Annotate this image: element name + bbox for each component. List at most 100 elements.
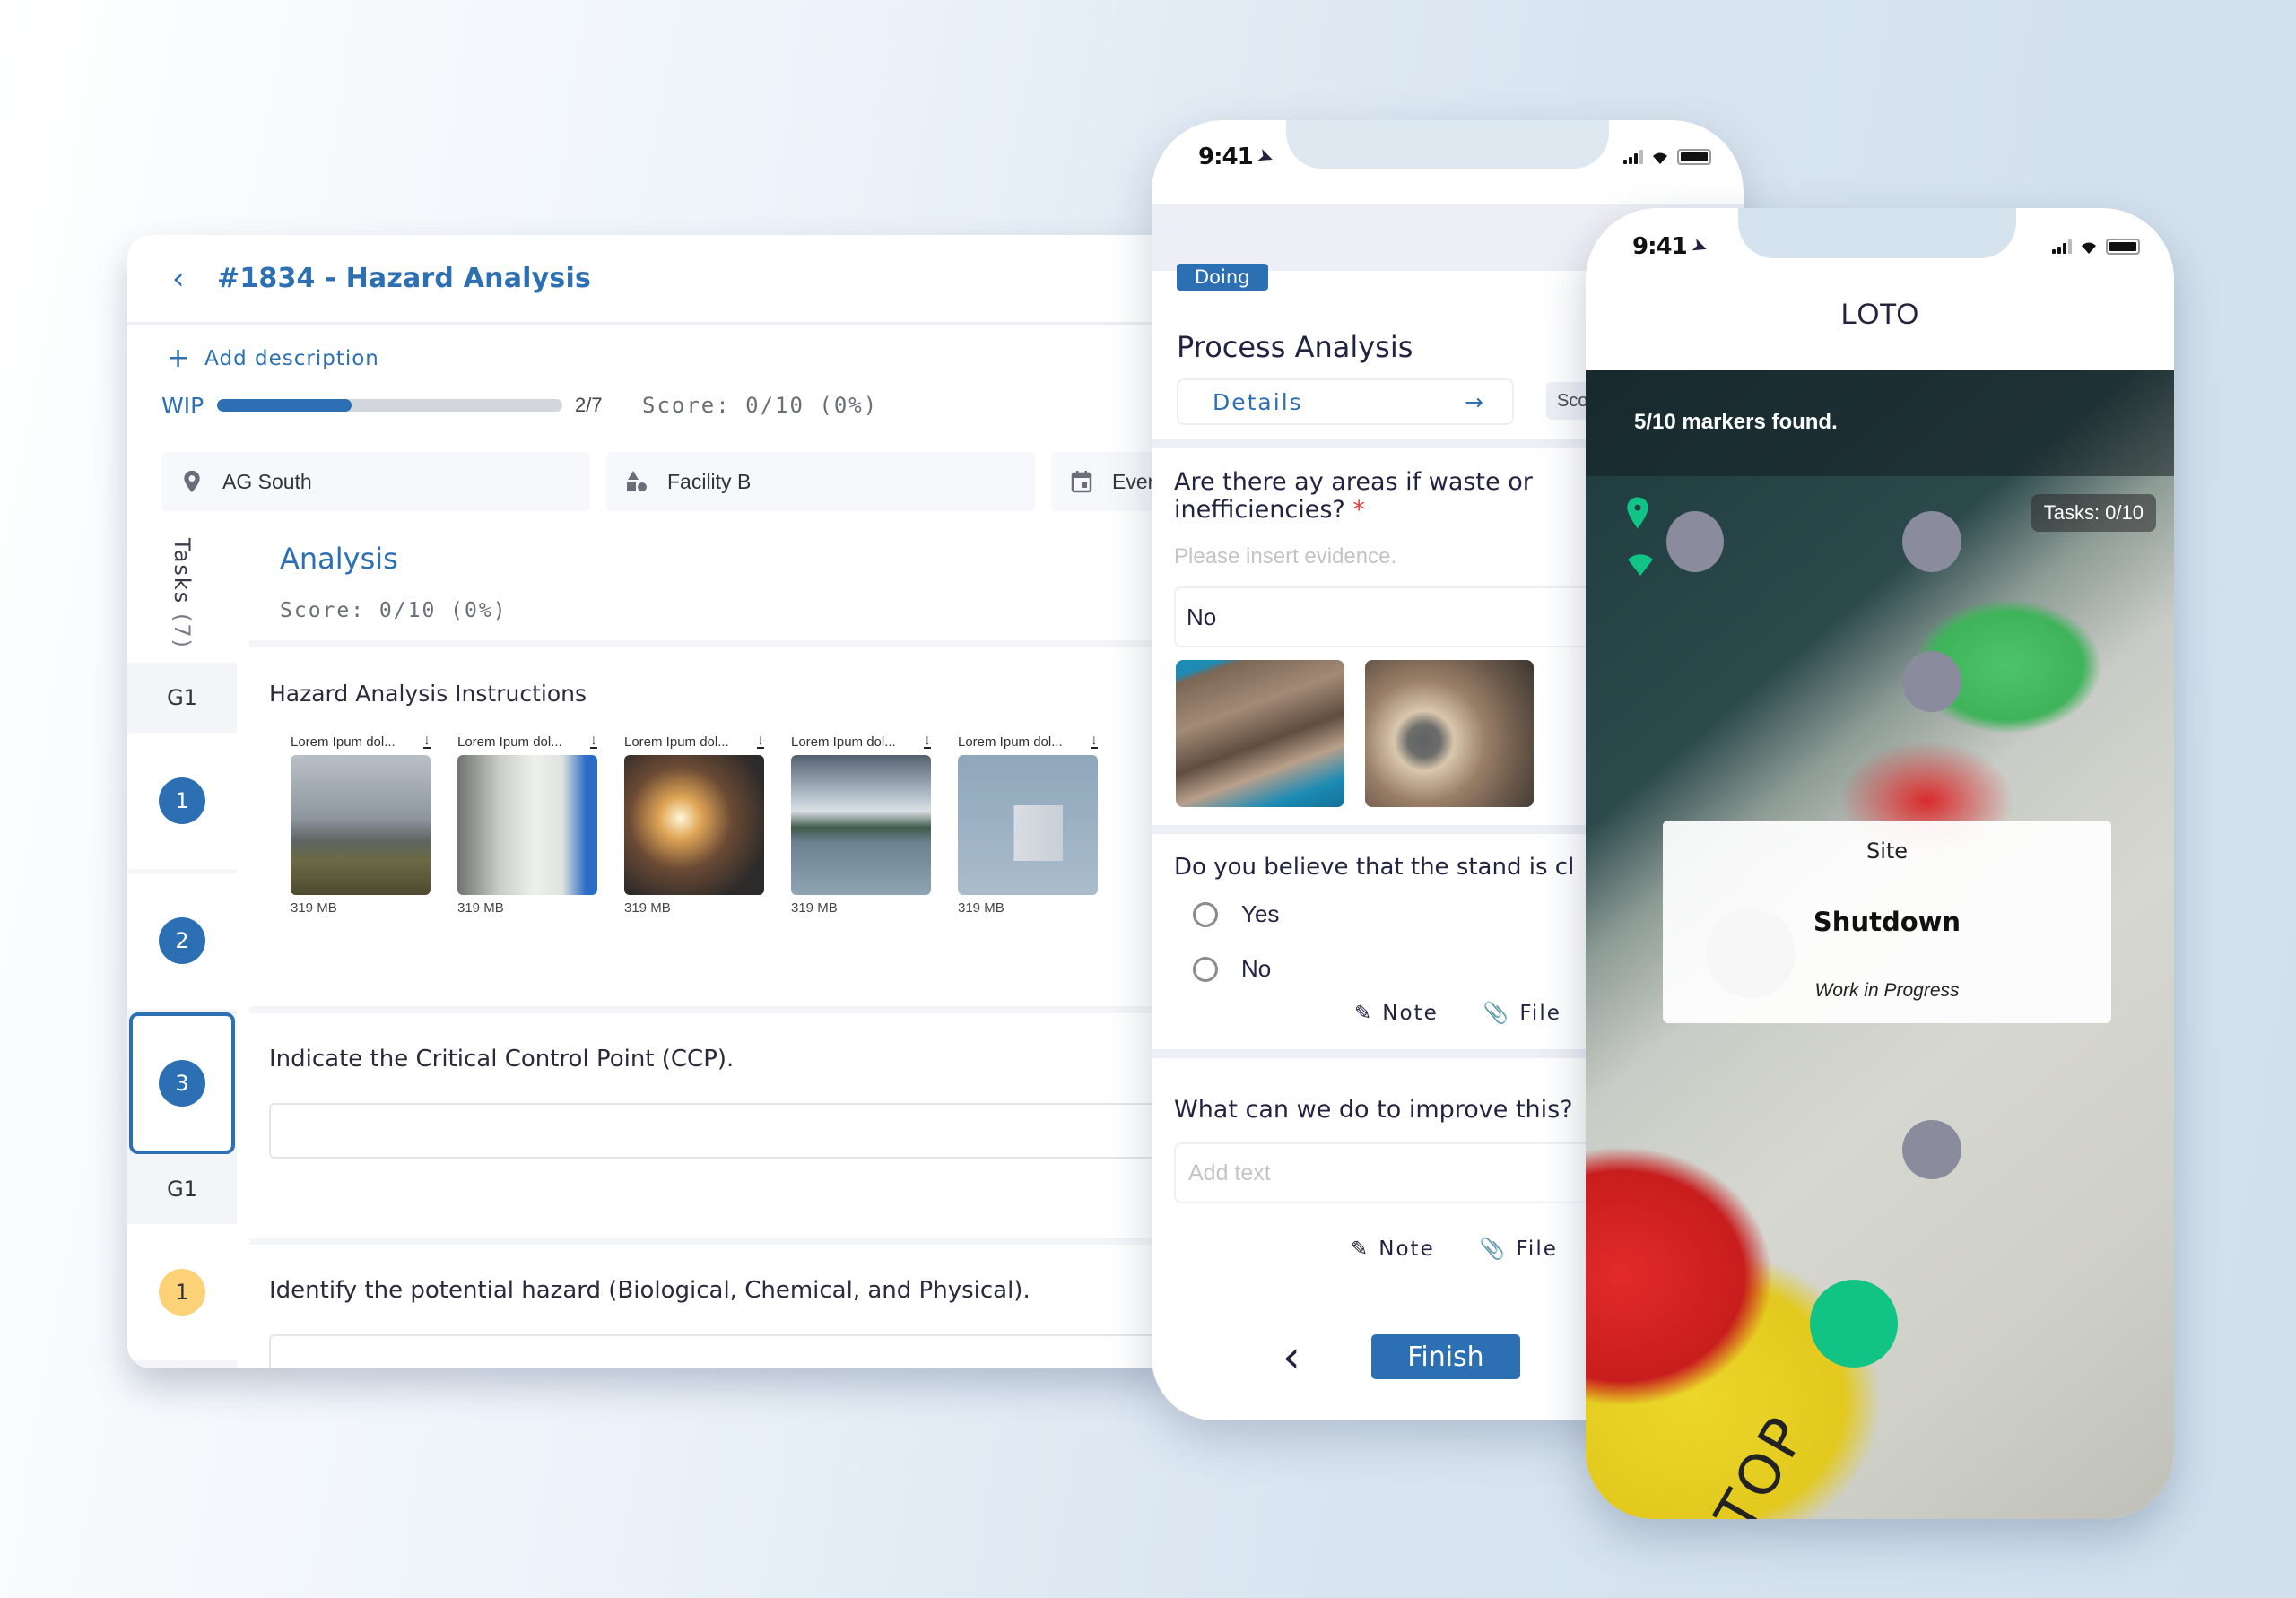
camera-view[interactable]: 5/10 markers found. Tasks: 0/10 STOP Sit… [1586,370,2174,1519]
question-card: Identify the potential hazard (Biologica… [249,1245,1168,1368]
add-description-button[interactable]: + Add description [167,343,379,374]
task-item-2[interactable]: 2 [127,873,237,1009]
panel-header: ‹ #1834 - Hazard Analysis [127,235,1168,325]
question-text: Identify the potential hazard (Biologica… [269,1277,1031,1304]
attachment-size: 319 MB [457,900,504,916]
attachment-item[interactable]: Lorem Ipum dol... ↓ 319 MB [791,732,931,916]
status-time: 9:41 [1632,233,1688,260]
paperclip-icon: 📎 [1479,1238,1508,1261]
tasks-sidebar: Tasks (7) G1 1 2 3 G1 1 [127,524,237,1368]
location-label: AG South [222,469,312,493]
hazard-analysis-panel: ‹ #1834 - Hazard Analysis + Add descript… [127,235,1168,1368]
status-time: 9:41 [1198,143,1254,170]
task-number-badge: 1 [159,1269,205,1316]
back-chevron-icon[interactable]: ‹ [172,261,217,297]
hazard-answer-input[interactable] [269,1334,1168,1368]
tasks-header: Tasks (7) [127,524,237,663]
improvement-text-input[interactable]: Add text [1174,1142,1640,1203]
marker-dot-active[interactable] [1810,1280,1898,1368]
download-icon[interactable]: ↓ [423,734,430,749]
task-number-badge: 2 [159,917,205,964]
attachment-thumbnail-silo[interactable] [958,755,1098,895]
attachment-thumbnail-lab[interactable] [457,755,597,895]
attachment-thumbnail-technician[interactable] [624,755,764,895]
site-info-card[interactable]: Site Shutdown Work in Progress [1663,821,2111,1023]
attachment-name: Lorem Ipum dol... [958,734,1063,750]
facility-label: Facility B [667,469,752,493]
marker-dot[interactable] [1902,511,1961,572]
radio-option-no[interactable]: No [1193,955,1271,983]
evidence-photo[interactable] [1176,660,1344,807]
note-label: Note [1382,1001,1439,1025]
marker-dot[interactable] [1666,511,1724,572]
radio-label: Yes [1241,900,1280,927]
facility-chip[interactable]: Facility B [606,452,1035,511]
progress-row: WIP 2/7 Score: 0/10 (0%) [161,387,878,423]
details-button[interactable]: Details → [1177,378,1514,425]
previous-button[interactable]: ‹ [1283,1331,1300,1383]
file-label: File [1519,1001,1561,1025]
attachment-size: 319 MB [624,900,671,916]
attachment-item[interactable]: Lorem Ipum dol... ↓ 319 MB [624,732,764,916]
progress-count: 2/7 [575,394,603,416]
paperclip-icon: 📎 [1483,1002,1511,1025]
attachment-thumbnail-refinery[interactable] [791,755,931,895]
attachment-item[interactable]: Lorem Ipum dol... ↓ 319 MB [457,732,597,916]
status-icons [1623,149,1711,165]
attachment-item[interactable]: Lorem Ipum dol... ↓ 319 MB [291,732,430,916]
phone-notch [1286,120,1609,169]
download-icon[interactable]: ↓ [590,734,597,749]
attachment-item[interactable]: Lorem Ipum dol... ↓ 319 MB [958,732,1098,916]
overall-score: Score: 0/10 (0%) [642,393,879,418]
markers-found-text: 5/10 markers found. [1634,410,1838,434]
question-text: What can we do to improve this? [1174,1096,1573,1124]
file-button[interactable]: 📎 File [1483,1001,1561,1026]
task-item-3-active[interactable]: 3 [129,1012,235,1154]
attachment-name: Lorem Ipum dol... [457,734,562,750]
answer-select[interactable]: No [1174,586,1640,647]
evidence-photo[interactable] [1365,660,1534,807]
question-actions: ✎ Note 📎 File [1354,1001,1561,1026]
radio-button[interactable] [1193,956,1218,982]
radio-option-yes[interactable]: Yes [1193,900,1279,928]
tasks-label: Tasks [170,537,195,604]
task-item-1[interactable]: 1 [127,733,237,869]
attachment-thumbnail-power-plant[interactable] [291,755,430,895]
location-chip[interactable]: AG South [161,452,590,511]
marker-dot[interactable] [1902,1120,1961,1179]
site-label: Site [1866,838,1909,864]
loto-phone: 9:41 ➤ LOTO 5/10 markers found. Tasks: 0… [1586,208,2174,1519]
signal-icon [1623,150,1643,164]
app-header: LOTO [1586,258,2174,370]
instructions-title: Hazard Analysis Instructions [269,681,587,707]
attachment-size: 319 MB [291,900,337,916]
download-icon[interactable]: ↓ [924,734,931,749]
attachment-name: Lorem Ipum dol... [791,734,896,750]
file-button[interactable]: 📎 File [1479,1237,1558,1262]
event-chip[interactable]: Ever [1051,452,1168,511]
section-header-card: Analysis Score: 0/10 (0%) [249,524,1168,640]
note-button[interactable]: ✎ Note [1354,1001,1439,1025]
plus-icon: + [167,343,191,374]
download-icon[interactable]: ↓ [757,734,764,749]
radio-label: No [1241,955,1272,982]
location-arrow-icon: ➤ [1254,143,1278,170]
map-pin-icon[interactable] [1625,496,1650,530]
marker-dot[interactable] [1902,651,1961,712]
download-icon[interactable]: ↓ [1091,734,1098,749]
battery-icon [2106,239,2140,255]
radio-button[interactable] [1193,901,1218,927]
tasks-counter: Tasks: 0/10 [2031,494,2156,532]
finish-button[interactable]: Finish [1371,1334,1520,1379]
details-label: Details [1213,388,1303,415]
signal-wave-icon[interactable] [1625,551,1656,577]
stop-label: STOP [1683,1403,1821,1519]
task-content: Analysis Score: 0/10 (0%) Hazard Analysi… [249,524,1168,1368]
task-item-g2-1[interactable]: 1 [127,1224,237,1360]
question-text: Do you believe that the stand is cl [1174,854,1575,881]
note-button[interactable]: ✎ Note [1351,1237,1435,1261]
shapes-icon [627,471,647,491]
attachment-size: 319 MB [791,900,838,916]
progress-bar-fill [217,399,352,412]
ccp-answer-input[interactable] [269,1103,1168,1159]
